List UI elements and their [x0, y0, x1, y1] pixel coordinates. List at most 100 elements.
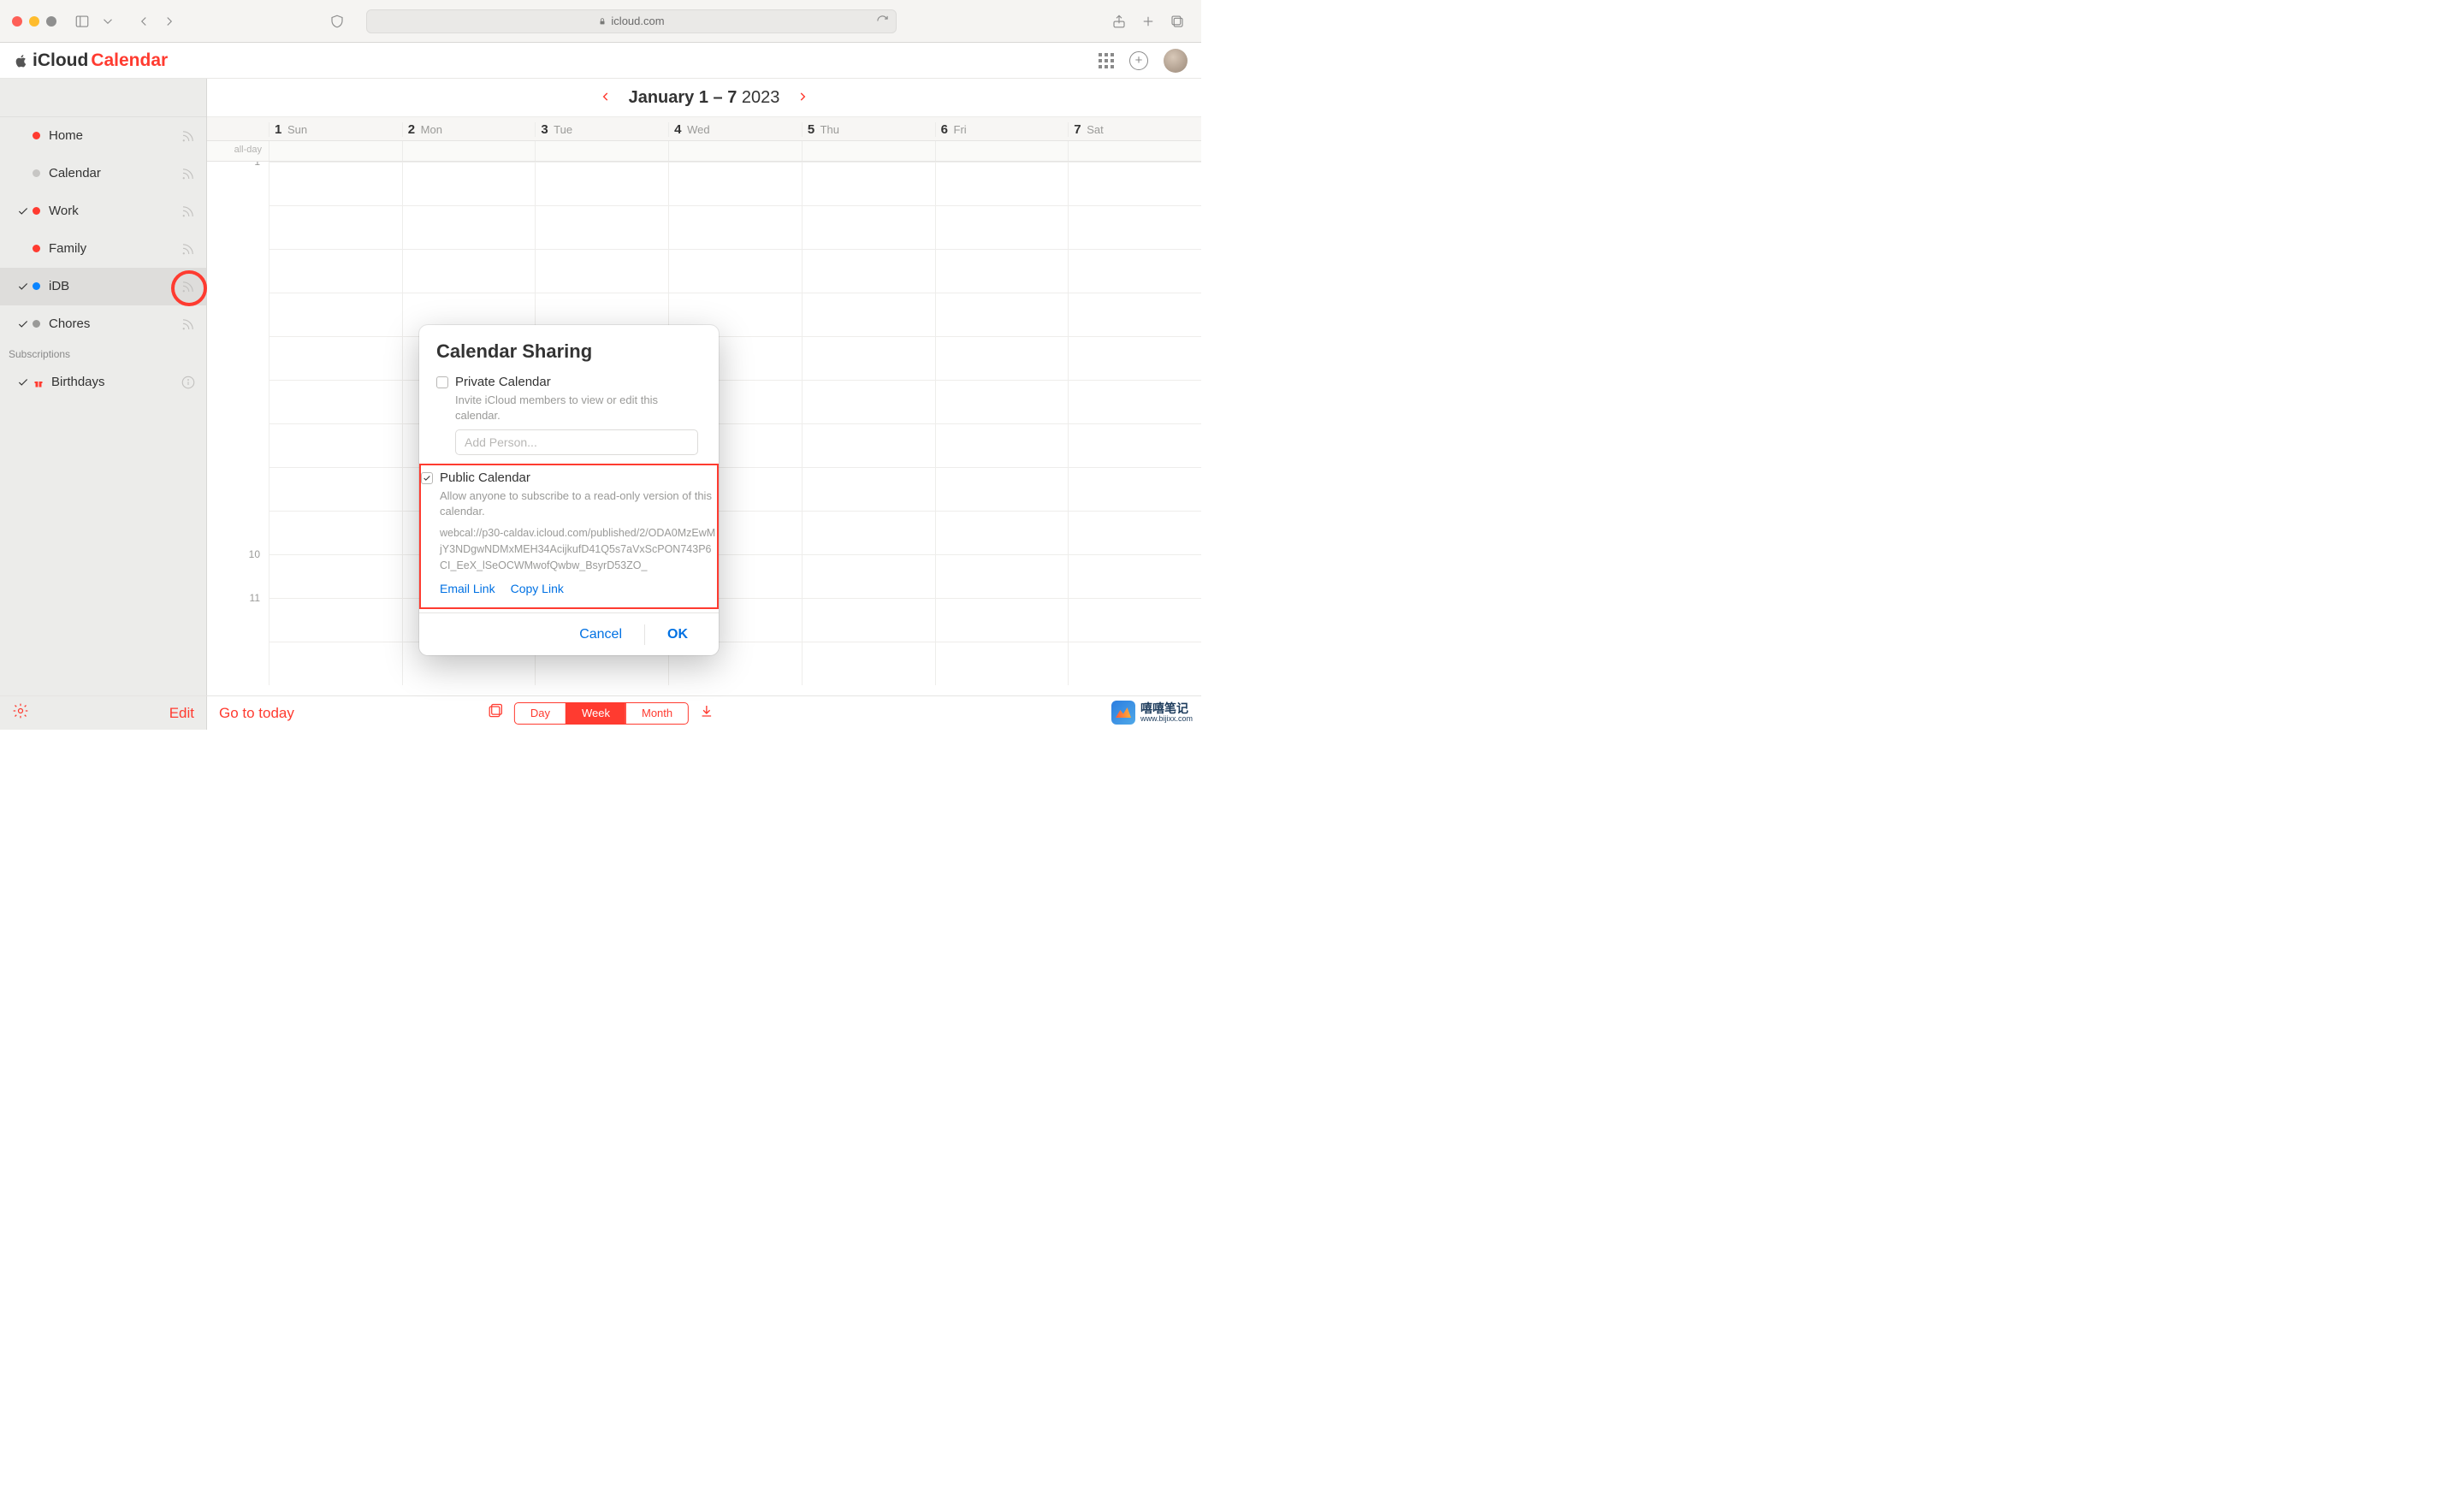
close-window-button[interactable]: [12, 16, 22, 27]
sidebar-item-family[interactable]: Family: [0, 230, 206, 268]
rss-share-icon[interactable]: [179, 127, 198, 145]
email-link-button[interactable]: Email Link: [440, 582, 495, 595]
info-icon[interactable]: [179, 373, 198, 392]
sidebar-item-home[interactable]: Home: [0, 117, 206, 155]
hour-cell[interactable]: [1068, 554, 1201, 598]
hour-cell[interactable]: [935, 205, 1069, 249]
hour-cell[interactable]: [269, 162, 402, 205]
app-launcher-icon[interactable]: [1099, 53, 1114, 68]
next-week-button[interactable]: [797, 89, 808, 107]
cancel-button[interactable]: Cancel: [566, 622, 636, 648]
hour-cell[interactable]: [269, 205, 402, 249]
new-tab-button[interactable]: [1136, 10, 1160, 33]
hour-cell[interactable]: [935, 380, 1069, 423]
hour-cell[interactable]: [935, 249, 1069, 293]
privacy-shield-icon[interactable]: [325, 10, 349, 33]
add-event-button[interactable]: +: [1129, 51, 1148, 70]
gear-icon[interactable]: [12, 702, 29, 724]
seg-week[interactable]: Week: [566, 703, 625, 724]
hour-cell[interactable]: [1068, 336, 1201, 380]
hour-cell[interactable]: [802, 554, 935, 598]
hour-cell[interactable]: [269, 554, 402, 598]
hour-cell[interactable]: [269, 249, 402, 293]
forward-button[interactable]: [157, 10, 181, 33]
sidebar-item-birthdays[interactable]: Birthdays: [0, 364, 206, 401]
add-person-input[interactable]: [455, 429, 698, 455]
hour-cell[interactable]: [802, 511, 935, 554]
hour-cell[interactable]: [269, 293, 402, 336]
hour-cell[interactable]: [935, 642, 1069, 685]
hour-cell[interactable]: [935, 511, 1069, 554]
seg-day[interactable]: Day: [515, 703, 566, 724]
public-calendar-checkbox[interactable]: Public Calendar: [421, 470, 717, 485]
hour-cell[interactable]: [802, 380, 935, 423]
hour-cell[interactable]: [802, 249, 935, 293]
hour-cell[interactable]: [935, 293, 1069, 336]
hour-cell[interactable]: [1068, 598, 1201, 642]
hour-cell[interactable]: [1068, 642, 1201, 685]
hour-cell[interactable]: [802, 336, 935, 380]
download-icon[interactable]: [699, 703, 714, 723]
calendar-stack-icon[interactable]: [487, 702, 504, 724]
sidebar-item-calendar[interactable]: Calendar: [0, 155, 206, 192]
tabs-overview-button[interactable]: [1165, 10, 1189, 33]
brand-icloud[interactable]: iCloud: [33, 50, 88, 71]
hour-cell[interactable]: [1068, 249, 1201, 293]
hour-cell[interactable]: [269, 642, 402, 685]
hour-cell[interactable]: [935, 423, 1069, 467]
hour-cell[interactable]: [935, 162, 1069, 205]
rss-share-icon[interactable]: [179, 240, 198, 258]
hour-cell[interactable]: [802, 162, 935, 205]
hour-cell[interactable]: [668, 162, 802, 205]
sidebar-toggle-button[interactable]: [70, 10, 120, 33]
hour-cell[interactable]: [1068, 467, 1201, 511]
hour-cell[interactable]: [1068, 511, 1201, 554]
public-calendar-url[interactable]: webcal://p30-caldav.icloud.com/published…: [440, 525, 717, 573]
hour-cell[interactable]: [1068, 380, 1201, 423]
reload-icon[interactable]: [876, 15, 889, 27]
hour-cell[interactable]: [802, 598, 935, 642]
hour-cell[interactable]: [269, 380, 402, 423]
hour-cell[interactable]: [668, 205, 802, 249]
hour-cell[interactable]: [269, 598, 402, 642]
hour-cell[interactable]: [802, 423, 935, 467]
back-button[interactable]: [132, 10, 156, 33]
hour-cell[interactable]: [935, 467, 1069, 511]
hour-cell[interactable]: [269, 336, 402, 380]
hour-cell[interactable]: [802, 293, 935, 336]
sidebar-item-idb[interactable]: iDB: [0, 268, 206, 305]
rss-share-icon[interactable]: [179, 277, 198, 296]
hour-cell[interactable]: [802, 205, 935, 249]
hour-cell[interactable]: [535, 249, 668, 293]
hour-cell[interactable]: [935, 598, 1069, 642]
sidebar-item-work[interactable]: Work: [0, 192, 206, 230]
hour-cell[interactable]: [668, 249, 802, 293]
rss-share-icon[interactable]: [179, 164, 198, 183]
hour-cell[interactable]: [269, 423, 402, 467]
chevron-down-icon[interactable]: [96, 10, 120, 33]
copy-link-button[interactable]: Copy Link: [511, 582, 564, 595]
ok-button[interactable]: OK: [654, 622, 702, 648]
hour-cell[interactable]: [802, 467, 935, 511]
rss-share-icon[interactable]: [179, 315, 198, 334]
hour-cell[interactable]: [1068, 293, 1201, 336]
seg-month[interactable]: Month: [625, 703, 688, 724]
address-bar[interactable]: icloud.com: [366, 9, 897, 33]
hour-cell[interactable]: [535, 205, 668, 249]
private-calendar-checkbox[interactable]: Private Calendar: [436, 375, 702, 389]
rss-share-icon[interactable]: [179, 202, 198, 221]
zoom-window-button[interactable]: [46, 16, 56, 27]
hour-cell[interactable]: [402, 249, 536, 293]
avatar[interactable]: [1164, 49, 1188, 73]
hour-cell[interactable]: [402, 162, 536, 205]
hour-cell[interactable]: [269, 511, 402, 554]
edit-button[interactable]: Edit: [169, 705, 194, 722]
hour-cell[interactable]: [402, 205, 536, 249]
hour-cell[interactable]: [935, 336, 1069, 380]
share-icon[interactable]: [1107, 10, 1131, 33]
hour-cell[interactable]: [535, 162, 668, 205]
minimize-window-button[interactable]: [29, 16, 39, 27]
hour-cell[interactable]: [1068, 423, 1201, 467]
sidebar-item-chores[interactable]: Chores: [0, 305, 206, 343]
brand-calendar[interactable]: Calendar: [91, 50, 168, 71]
